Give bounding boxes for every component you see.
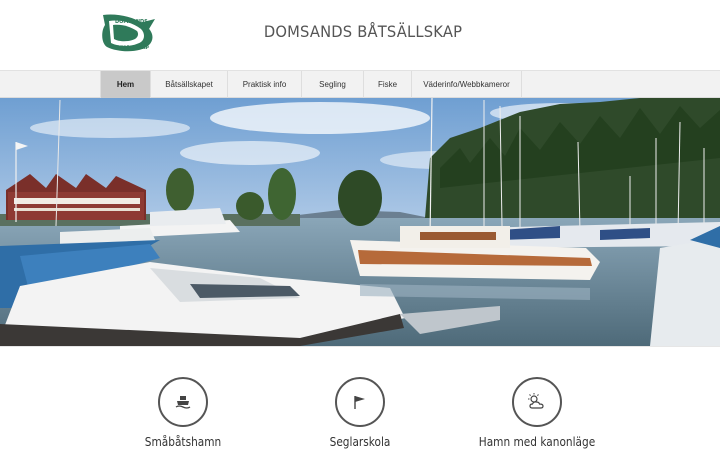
boat-icon [175, 396, 191, 409]
nav-item-fiske[interactable]: Fiske [363, 71, 411, 98]
nav-item-batsallskapet[interactable]: Båtsällskapet [150, 71, 227, 98]
feature-circle [512, 377, 562, 427]
feature-section: Småbåtshamn Seglarskola Hamn med kanonlä… [0, 346, 720, 450]
feature-seglarskola[interactable]: Seglarskola [260, 377, 460, 449]
site-header: DOMSANDS BÅTSÄLLSKAP DOMSANDS BÅTSÄLLSKA… [0, 0, 720, 70]
nav-item-segling[interactable]: Segling [301, 71, 363, 98]
hero-image [0, 98, 720, 346]
nav-item-vaderinfo[interactable]: Väderinfo/Webbkameror [411, 71, 522, 98]
main-nav-bar: Hem Båtsällskapet Praktisk info Segling … [0, 70, 720, 98]
feature-hamn-med-kanonlage[interactable]: Hamn med kanonläge [437, 377, 637, 449]
feature-circle [335, 377, 385, 427]
nav-item-praktisk-info[interactable]: Praktisk info [227, 71, 301, 98]
flag-icon [354, 396, 365, 409]
feature-label: Småbåtshamn [144, 435, 222, 449]
feature-label: Hamn med kanonläge [478, 435, 596, 449]
logo-text-bottom: BÅTSÄLLSKAP [113, 44, 150, 51]
feature-label: Seglarskola [329, 435, 391, 449]
feature-circle [158, 377, 208, 427]
nav-item-hem[interactable]: Hem [100, 71, 150, 98]
feature-smabatshamn[interactable]: Småbåtshamn [83, 377, 283, 449]
site-title: DOMSANDS BÅTSÄLLSKAP [263, 22, 463, 41]
sun-cloud-icon [528, 393, 544, 409]
marina-photo [0, 98, 720, 346]
main-nav: Hem Båtsällskapet Praktisk info Segling … [100, 71, 522, 98]
